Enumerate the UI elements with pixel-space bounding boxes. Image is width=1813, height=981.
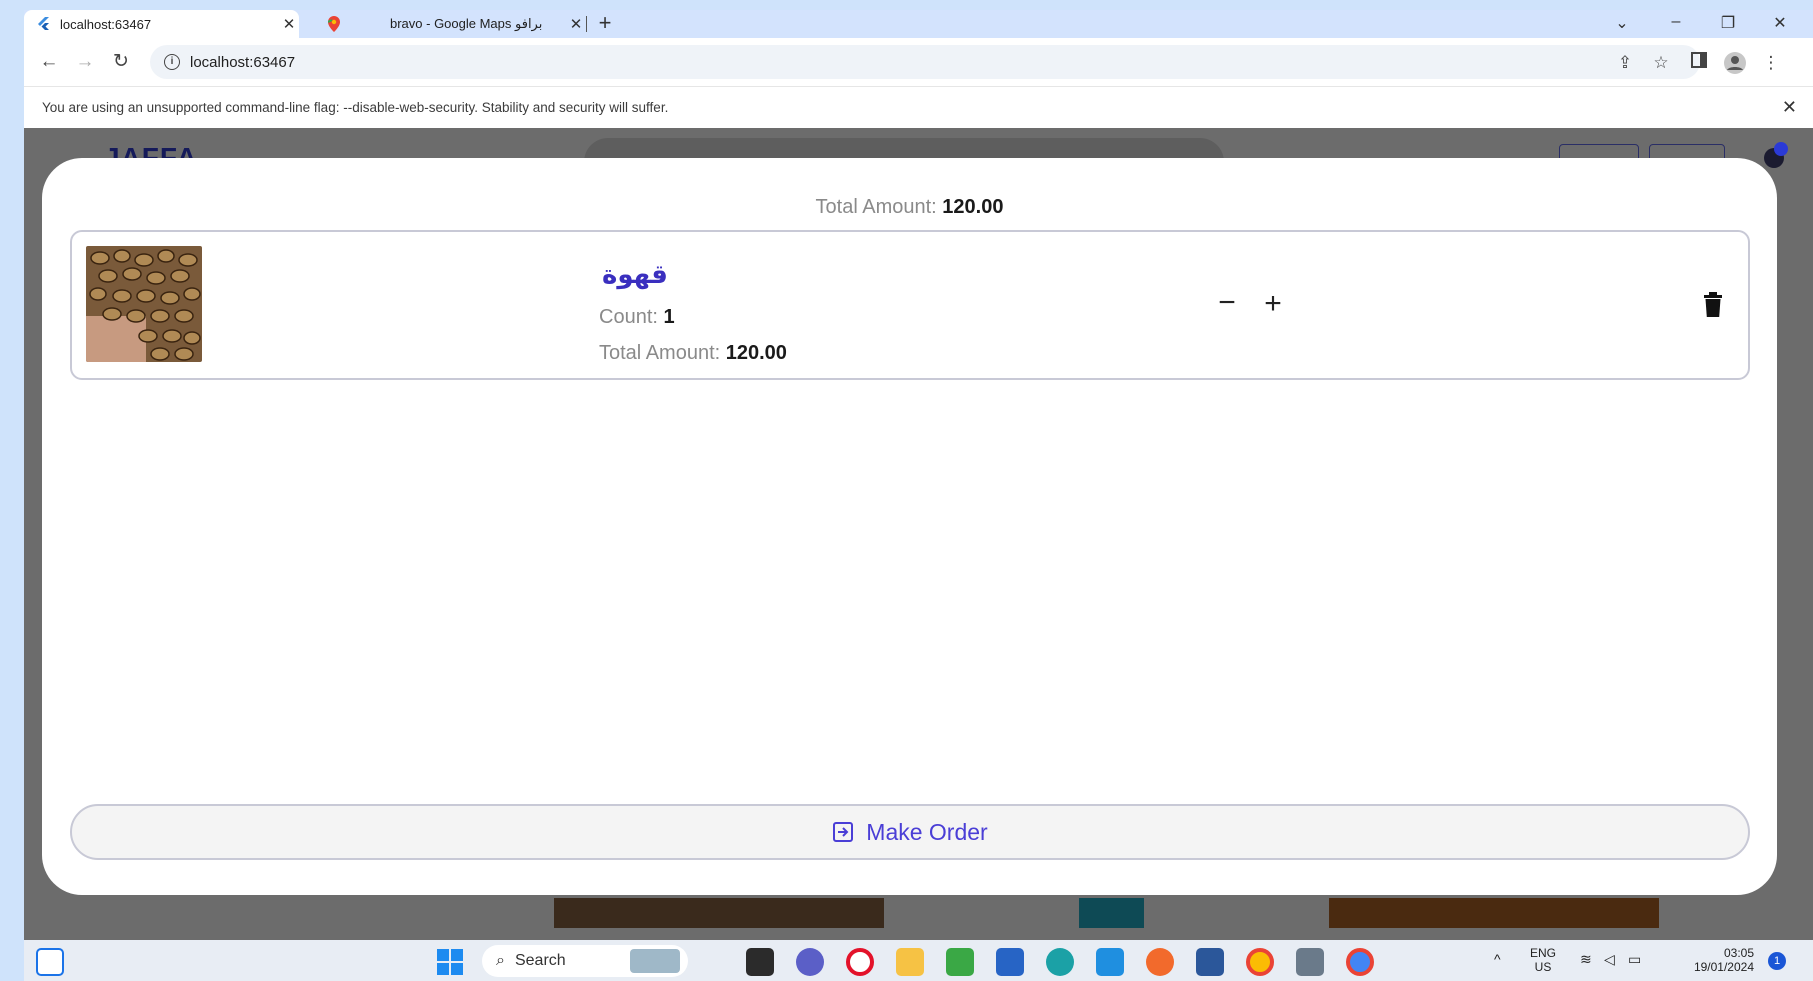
chrome-icon[interactable]: [1246, 948, 1274, 976]
word-icon[interactable]: [1196, 948, 1224, 976]
item-name: قهوة: [602, 260, 668, 290]
google-maps-icon: [326, 16, 342, 32]
forward-icon[interactable]: →: [72, 50, 98, 74]
windows-taskbar: ⌕ Search ^ ENG US ≋ ◁ ▭ 03:05 19/01/2024…: [24, 940, 1813, 981]
item-count: Count: 1: [599, 306, 675, 329]
language-top: ENG: [1530, 946, 1557, 960]
browser-toolbar: ← → ↻ i localhost:63467 ⇪ ☆ ⋮: [24, 38, 1813, 86]
background-product-card: [1079, 898, 1144, 928]
bookmark-star-icon[interactable]: ☆: [1650, 52, 1672, 74]
make-order-label: Make Order: [866, 818, 988, 845]
widgets-icon[interactable]: [36, 948, 64, 976]
side-panel-icon[interactable]: [1688, 52, 1710, 74]
microsoft-store-icon[interactable]: [996, 948, 1024, 976]
tab-title: bravo - Google Maps برافو: [390, 16, 543, 31]
back-icon[interactable]: ←: [36, 50, 62, 74]
reload-icon[interactable]: ↻: [108, 50, 134, 74]
coffee-beans-image: [86, 246, 202, 362]
tab-divider: [586, 16, 587, 32]
login-arrow-icon: [832, 821, 854, 843]
taskbar-search-label: Search: [514, 952, 566, 969]
more-menu-icon[interactable]: ⋮: [1760, 52, 1782, 74]
windows-start-icon[interactable]: [436, 948, 464, 976]
page-content: JAFFA Total Amount: 120.00: [24, 128, 1813, 940]
address-bar[interactable]: i localhost:63467: [150, 45, 1700, 79]
item-total-value: 120.00: [725, 342, 787, 364]
site-info-icon[interactable]: i: [164, 54, 180, 70]
file-explorer-icon[interactable]: [896, 948, 924, 976]
profile-avatar-icon[interactable]: [1724, 52, 1746, 74]
clock-time: 03:05: [1723, 946, 1754, 960]
cart-item: قهوة Count: 1 Total Amount: 120.00 − +: [70, 230, 1750, 380]
item-count-value: 1: [663, 306, 675, 328]
unsupported-flag-infobar: You are using an unsupported command-lin…: [24, 86, 1813, 128]
vscode-icon[interactable]: [1096, 948, 1124, 976]
item-count-label: Count:: [599, 306, 658, 328]
increase-quantity-button[interactable]: +: [1258, 289, 1288, 320]
browser-window: localhost:63467 ✕ bravo - Google Maps بر…: [24, 10, 1813, 940]
minimize-icon[interactable]: –: [1664, 13, 1688, 33]
infobar-message: You are using an unsupported command-lin…: [42, 100, 669, 115]
postman-icon[interactable]: [1146, 948, 1174, 976]
address-url: localhost:63467: [190, 53, 296, 71]
search-icon: ⌕: [496, 952, 505, 969]
close-tab-icon[interactable]: ✕: [279, 15, 299, 33]
item-total: Total Amount: 120.00: [599, 342, 787, 365]
tab-search-chevron-icon[interactable]: ⌄: [1610, 13, 1634, 33]
tab-title: localhost:63467: [60, 16, 152, 32]
opera-icon[interactable]: [846, 948, 874, 976]
volume-icon[interactable]: ◁: [1604, 952, 1615, 966]
delete-item-icon[interactable]: [1702, 292, 1724, 318]
close-window-icon[interactable]: ✕: [1768, 13, 1792, 33]
cart-total-value: 120.00: [942, 196, 1004, 218]
share-icon[interactable]: ⇪: [1614, 52, 1636, 74]
background-product-card: [554, 898, 884, 928]
cart-bottom-sheet: Total Amount: 120.00 قهوة Count: 1 Total…: [42, 158, 1777, 895]
new-tab-icon[interactable]: +: [594, 12, 616, 35]
close-infobar-icon[interactable]: ✕: [1782, 97, 1797, 118]
clock-date: 19/01/2024: [1693, 960, 1754, 974]
app-icon[interactable]: [946, 948, 974, 976]
search-highlight-image: [630, 949, 680, 973]
calculator-icon[interactable]: [1296, 948, 1324, 976]
show-hidden-icons-icon[interactable]: ^: [1494, 952, 1501, 966]
language-bottom: US: [1534, 960, 1552, 974]
make-order-button[interactable]: Make Order: [70, 804, 1750, 860]
task-view-icon[interactable]: [746, 948, 774, 976]
clock[interactable]: 03:05 19/01/2024: [1674, 946, 1754, 974]
background-product-card: [1329, 898, 1659, 928]
taskbar-search[interactable]: ⌕ Search: [482, 945, 688, 977]
flutter-icon: [36, 16, 52, 32]
restore-icon[interactable]: ❐: [1716, 13, 1740, 33]
cart-total: Total Amount: 120.00: [42, 196, 1777, 219]
notification-badge[interactable]: 1: [1768, 952, 1786, 970]
close-tab-icon[interactable]: ✕: [566, 15, 586, 33]
tab-strip: localhost:63467 ✕ bravo - Google Maps بر…: [24, 10, 1813, 38]
decrease-quantity-button[interactable]: −: [1212, 288, 1242, 320]
item-total-label: Total Amount:: [599, 342, 721, 364]
edge-icon[interactable]: [1046, 948, 1074, 976]
language-indicator[interactable]: ENG US: [1530, 946, 1556, 974]
chrome-active-icon[interactable]: [1346, 948, 1374, 976]
tab-google-maps[interactable]: bravo - Google Maps برافو ✕: [314, 10, 586, 38]
wifi-icon[interactable]: ≋: [1580, 952, 1592, 966]
tab-localhost[interactable]: localhost:63467 ✕: [24, 10, 299, 38]
cart-badge: [1774, 142, 1788, 156]
battery-icon[interactable]: ▭: [1628, 952, 1641, 966]
cart-total-label: Total Amount:: [815, 196, 937, 218]
teams-icon[interactable]: [796, 948, 824, 976]
